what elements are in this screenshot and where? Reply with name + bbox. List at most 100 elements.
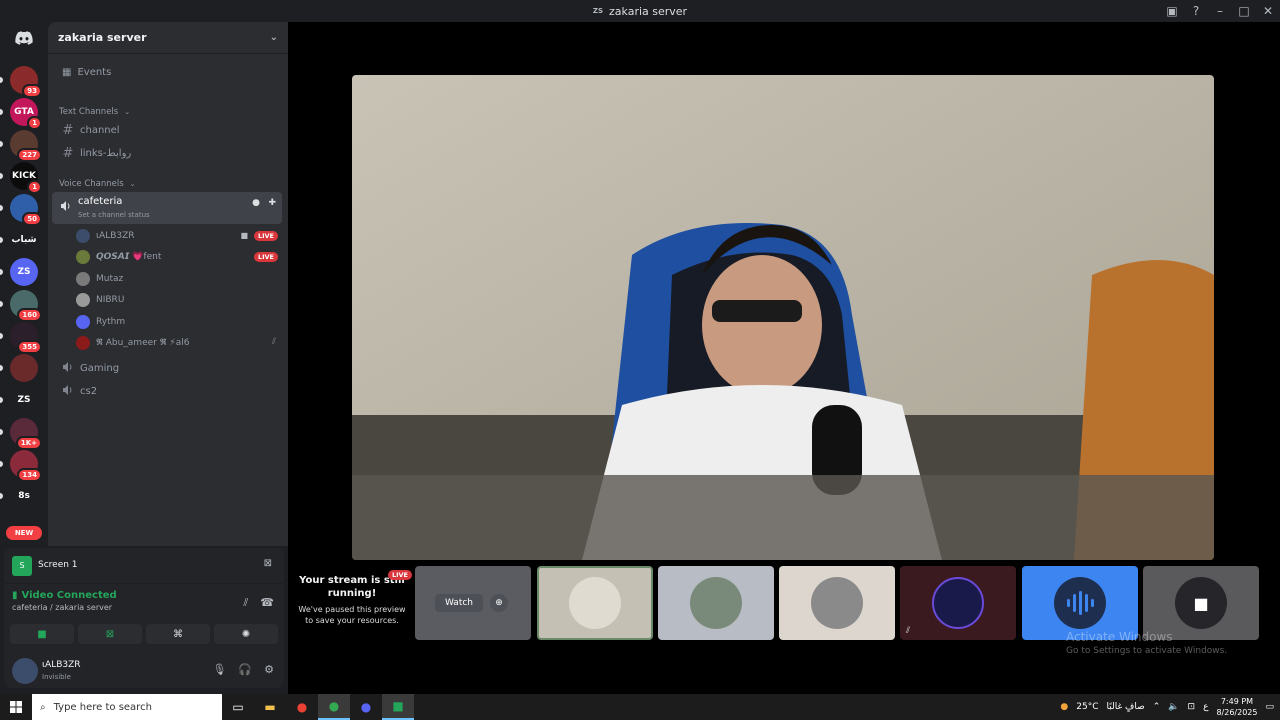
server-icon[interactable]: 8s [10, 482, 38, 510]
server-icon[interactable]: GTA 1 [10, 98, 42, 130]
noise-suppression-icon[interactable]: ⫽ [243, 596, 248, 610]
screen-share-button[interactable]: ⊠ [78, 624, 142, 644]
camera-video[interactable] [352, 75, 1214, 560]
voice-member[interactable]: NIBRU [76, 290, 282, 310]
activity-button[interactable]: ⌘ [146, 624, 210, 644]
disconnect-icon[interactable]: ☎ [260, 596, 274, 610]
events-link[interactable]: ▦ Events [56, 62, 282, 82]
username[interactable]: ιALB3ZR [42, 660, 81, 670]
watch-button[interactable]: Watch [435, 594, 483, 612]
participant-tile[interactable]: ⫽ [900, 566, 1016, 640]
participant-tile[interactable] [779, 566, 895, 640]
connection-status[interactable]: Video Connected [22, 590, 117, 601]
close-icon[interactable]: ✕ [1256, 4, 1280, 18]
chevron-up-icon[interactable]: ⌃ [1153, 702, 1161, 712]
voice-member[interactable]: 𝕽 Abu_ameer 𝕽 ⚡al6 ⫽ [76, 333, 282, 353]
channel-status[interactable]: Set a channel status [78, 211, 150, 219]
server-icon[interactable]: شباب [10, 226, 38, 254]
stop-stream-icon[interactable]: ⊠ [264, 558, 272, 569]
events-label: Events [77, 66, 112, 78]
voice-member[interactable]: Mutaz [76, 269, 282, 289]
server-icon[interactable]: 93 [10, 66, 42, 98]
popout-icon[interactable]: ⊕ [490, 594, 508, 612]
discord-home-icon[interactable] [10, 28, 38, 48]
chrome-profile-icon[interactable]: ● [318, 694, 350, 720]
server-header[interactable]: zakaria server ⌄ [48, 22, 288, 54]
headphones-icon[interactable]: 🎧 [238, 663, 252, 676]
chat-icon[interactable]: ● [252, 198, 260, 208]
voice-channel-gaming[interactable]: Gaming [56, 358, 282, 378]
server-icon[interactable]: ZS [10, 258, 38, 286]
unread-pill [0, 141, 3, 147]
soundboard-button[interactable]: ✺ [214, 624, 278, 644]
invite-icon[interactable]: ✚ [268, 198, 276, 208]
avatar [76, 314, 90, 329]
discord-taskbar-icon[interactable]: ● [350, 694, 382, 720]
discord-active-icon[interactable]: ■ [382, 694, 414, 720]
inbox-icon[interactable]: ▣ [1160, 4, 1184, 18]
weather-temp[interactable]: 25°C [1076, 702, 1098, 712]
camera-button[interactable]: ■ [10, 624, 74, 644]
participant-tile[interactable] [537, 566, 653, 640]
voice-member[interactable]: 𝙌𝙊𝙎𝘼𝙄 💗fent LIVE [76, 247, 282, 267]
gear-icon[interactable]: ⚙ [264, 663, 274, 676]
server-icon[interactable]: 160 [10, 290, 42, 322]
text-channels-category[interactable]: Text Channels ⌄ [56, 102, 282, 122]
language-indicator[interactable]: ع [1203, 702, 1208, 712]
screen-share-item[interactable]: S Screen 1 ⊠ [4, 548, 284, 584]
file-explorer-icon[interactable]: ▬ [254, 694, 286, 720]
help-icon[interactable]: ? [1184, 4, 1208, 18]
notification-icon[interactable]: ▭ [1265, 702, 1274, 712]
avatar[interactable] [12, 658, 38, 684]
server-icon[interactable]: KICK 1 [10, 162, 42, 194]
minimize-icon[interactable]: – [1208, 4, 1232, 18]
unread-pill [0, 333, 3, 339]
speaker-icon [62, 361, 74, 376]
rythm-icon [1054, 577, 1106, 629]
connection-location[interactable]: cafeteria / zakaria server [12, 603, 117, 612]
channel-links[interactable]: # links-روابط [56, 143, 282, 163]
speaker-icon [60, 197, 72, 216]
voice-member[interactable]: ιALB3ZR ■ LIVE [76, 226, 282, 246]
category-label: Voice Channels [59, 179, 124, 189]
network-icon[interactable]: ⊡ [1188, 702, 1196, 712]
task-view-icon[interactable]: ▭ [222, 694, 254, 720]
voice-channels-category[interactable]: Voice Channels ⌄ [56, 174, 282, 194]
start-button[interactable] [0, 694, 32, 720]
channel-label: cs2 [80, 385, 98, 397]
participant-tile[interactable] [1022, 566, 1138, 640]
stream-preview-tile[interactable]: Watch ⊕ [415, 566, 531, 640]
server-icon[interactable]: 355 [10, 322, 42, 354]
maximize-icon[interactable]: □ [1232, 4, 1256, 18]
chevron-down-icon: ⌄ [124, 108, 131, 116]
voice-channel-cafeteria[interactable]: cafeteria Set a channel status ● ✚ [52, 192, 282, 224]
volume-icon[interactable]: 🔈 [1168, 702, 1179, 712]
server-icon[interactable]: 227 [10, 130, 42, 162]
chevron-down-icon: ⌄ [129, 180, 136, 188]
server-icon[interactable]: 50 [10, 194, 42, 226]
avatar [690, 577, 742, 629]
server-icon[interactable]: ZS [10, 386, 38, 414]
participant-tile[interactable]: ■ [1143, 566, 1259, 640]
avatar [932, 577, 984, 629]
weather-text[interactable]: صافٍ غالبًا [1107, 702, 1145, 712]
microphone-icon[interactable]: 🎙 [212, 663, 226, 676]
weather-icon[interactable]: ● [1060, 702, 1068, 712]
taskbar-search[interactable]: ⌕ Type here to search [32, 694, 222, 720]
voice-channel-cs2[interactable]: cs2 [56, 381, 282, 401]
voice-member[interactable]: Rythm [76, 312, 282, 332]
date: 8/26/2025 [1216, 708, 1258, 717]
hash-icon: # [62, 145, 74, 161]
avatar [76, 250, 90, 265]
server-icon[interactable]: 1K+ [10, 418, 42, 450]
title-bar: ZS zakaria server ▣ ? – □ ✕ [0, 0, 1280, 22]
chrome-icon[interactable]: ● [286, 694, 318, 720]
new-servers-badge[interactable]: NEW [6, 526, 42, 540]
channel-sidebar: zakaria server ⌄ ▦ Events Text Channels … [48, 22, 288, 546]
channel-channel[interactable]: # channel [56, 120, 282, 140]
server-icon[interactable]: 134 [10, 450, 42, 482]
server-icon[interactable] [10, 354, 38, 382]
window-title: zakaria server [609, 4, 688, 18]
clock[interactable]: 7:49 PM 8/26/2025 [1216, 696, 1257, 718]
participant-tile[interactable] [658, 566, 774, 640]
